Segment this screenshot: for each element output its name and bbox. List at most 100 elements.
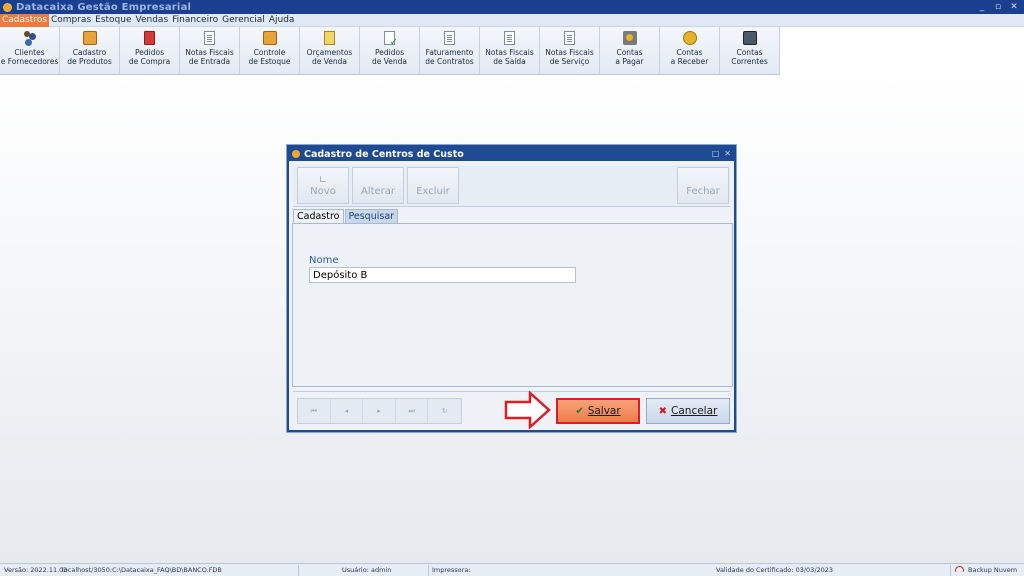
window-titlebar: Datacaixa Gestão Empresarial _ ▫ ✕ (0, 0, 1024, 14)
toolbar-label: Contas Correntes (731, 48, 768, 66)
toolbar-label: Cadastro de Produtos (67, 48, 112, 66)
nome-label: Nome (309, 255, 339, 266)
menu-ajuda[interactable]: Ajuda (267, 14, 297, 27)
refresh-button[interactable]: ↻ (428, 399, 461, 423)
toolbar-contas-correntes[interactable]: Contas Correntes (720, 27, 780, 75)
tab-cadastro[interactable]: Cadastro (293, 209, 344, 223)
checkmark-icon: ✔ (575, 405, 584, 417)
toolbar-cadastro-produtos[interactable]: Cadastro de Produtos (60, 27, 120, 75)
box-icon (262, 31, 277, 45)
window-title: Datacaixa Gestão Empresarial (16, 1, 192, 13)
toolbar-label: Faturamento de Contratos (425, 48, 474, 66)
toolbar-label: Contas a Pagar (615, 48, 644, 66)
toolbar-label: Pedidos de Venda (371, 48, 408, 66)
toolbar-notas-saida[interactable]: Notas Fiscais de Saída (480, 27, 540, 75)
novo-button[interactable]: Novo (297, 167, 349, 204)
document-icon (564, 31, 575, 45)
dialog-close-icon[interactable]: ✕ (724, 147, 731, 161)
dialog-controls: □ ✕ (712, 147, 731, 161)
salvar-button[interactable]: ✔ Salvar (556, 398, 640, 424)
red-arrow-annotation-icon (504, 391, 551, 429)
toolbar-label: Orçamentos de Venda (306, 48, 353, 66)
toolbar-label: Contas a Receber (670, 48, 709, 66)
toolbar-faturamento-contratos[interactable]: Faturamento de Contratos (420, 27, 480, 75)
toolbar-label: Notas Fiscais de Saída (485, 48, 534, 66)
toolbar-notas-entrada[interactable]: Notas Fiscais de Entrada (180, 27, 240, 75)
status-database: localhost/3050:C:\Datacaixa_FAQ\BD\BANCO… (62, 566, 222, 574)
minimize-icon[interactable]: _ (974, 0, 990, 14)
alterar-label: Alterar (360, 186, 396, 197)
toolbar-label: Pedidos de Compra (128, 48, 171, 66)
clipboard-icon (324, 31, 335, 45)
toolbar-label: Clientes e Fornecedores (0, 48, 59, 66)
menu-cadastros[interactable]: Cadastros (0, 13, 49, 27)
toolbar-pedidos-venda[interactable]: Pedidos de Venda (360, 27, 420, 75)
record-navigator: ⏮ ◂ ▸ ⏭ ↻ (297, 398, 462, 424)
status-user: Usuário: admin (342, 566, 392, 574)
dialog-tabs: Cadastro Pesquisar (293, 209, 399, 223)
main-toolbar: Clientes e Fornecedores Cadastro de Prod… (0, 27, 780, 75)
nome-input[interactable] (309, 267, 576, 283)
document-icon (504, 31, 515, 45)
status-separator (428, 565, 429, 576)
menu-gerencial[interactable]: Gerencial (220, 14, 267, 27)
cancel-x-icon: ✖ (658, 405, 668, 417)
cadastro-panel: Nome (292, 223, 733, 387)
alterar-button[interactable]: Alterar (352, 167, 404, 204)
maximize-icon[interactable]: ▫ (990, 0, 1006, 14)
new-record-icon (320, 176, 326, 182)
menu-compras[interactable]: Compras (49, 14, 93, 27)
document-icon (204, 31, 215, 45)
fechar-label: Fechar (686, 186, 720, 197)
dialog-titlebar: Cadastro de Centros de Custo □ ✕ (289, 147, 734, 161)
cancelar-label: Cancelar (671, 405, 718, 417)
toolbar-label: Notas Fiscais de Serviço (545, 48, 594, 66)
dialog-title: Cadastro de Centros de Custo (304, 148, 464, 160)
dialog-maximize-icon[interactable]: □ (712, 147, 720, 161)
toolbar-label: Controle de Estoque (248, 48, 291, 66)
previous-record-button[interactable]: ◂ (331, 399, 364, 423)
first-record-button[interactable]: ⏮ (298, 399, 331, 423)
box-icon (82, 31, 97, 45)
toolbar-label: Notas Fiscais de Entrada (185, 48, 234, 66)
status-version: Versão: 2022.11.03 (4, 566, 68, 574)
toolbar-contas-pagar[interactable]: Contas a Pagar (600, 27, 660, 75)
menu-financeiro[interactable]: Financeiro (170, 14, 220, 27)
toolbar-orcamentos-venda[interactable]: Orçamentos de Venda (300, 27, 360, 75)
toolbar-clientes-fornecedores[interactable]: Clientes e Fornecedores (0, 27, 60, 75)
check-document-icon (384, 31, 398, 48)
toolbar-controle-estoque[interactable]: Controle de Estoque (240, 27, 300, 75)
cost-center-dialog: Cadastro de Centros de Custo □ ✕ Novo Al… (287, 145, 736, 432)
close-icon[interactable]: ✕ (1006, 0, 1022, 14)
cloud-icon (955, 566, 964, 572)
app-logo-icon (3, 2, 12, 12)
cancelar-button[interactable]: ✖ Cancelar (646, 398, 730, 424)
fechar-button[interactable]: Fechar (677, 167, 729, 204)
excluir-label: Excluir (416, 186, 450, 197)
salvar-label: Salvar (587, 405, 621, 417)
safe-icon (742, 31, 757, 45)
menu-vendas[interactable]: Vendas (134, 14, 171, 27)
status-bar: Versão: 2022.11.03 localhost/3050:C:\Dat… (0, 563, 1024, 576)
menu-bar: Cadastros Compras Estoque Vendas Finance… (0, 13, 1024, 27)
status-certificate: Validade do Certificado: 03/03/2023 (716, 566, 834, 574)
toolbar-contas-receber[interactable]: Contas a Receber (660, 27, 720, 75)
menu-estoque[interactable]: Estoque (93, 14, 133, 27)
people-icon (23, 31, 37, 45)
toolbar-empty-area (780, 27, 1024, 75)
status-backup[interactable]: Backup Nuvem (968, 566, 1017, 574)
excluir-button[interactable]: Excluir (407, 167, 459, 204)
last-record-button[interactable]: ⏭ (396, 399, 429, 423)
status-printer: Impressora: (432, 566, 471, 574)
coins-icon (682, 31, 697, 45)
document-icon (444, 31, 455, 45)
cash-icon (622, 31, 637, 45)
novo-label: Novo (310, 186, 336, 197)
tab-pesquisar[interactable]: Pesquisar (344, 209, 399, 223)
window-controls: _ ▫ ✕ (974, 0, 1022, 14)
status-separator (298, 565, 299, 576)
toolbar-pedidos-compra[interactable]: Pedidos de Compra (120, 27, 180, 75)
toolbar-notas-servico[interactable]: Notas Fiscais de Serviço (540, 27, 600, 75)
next-record-button[interactable]: ▸ (363, 399, 396, 423)
dialog-toolbar: Novo Alterar Excluir Fechar (293, 165, 730, 207)
